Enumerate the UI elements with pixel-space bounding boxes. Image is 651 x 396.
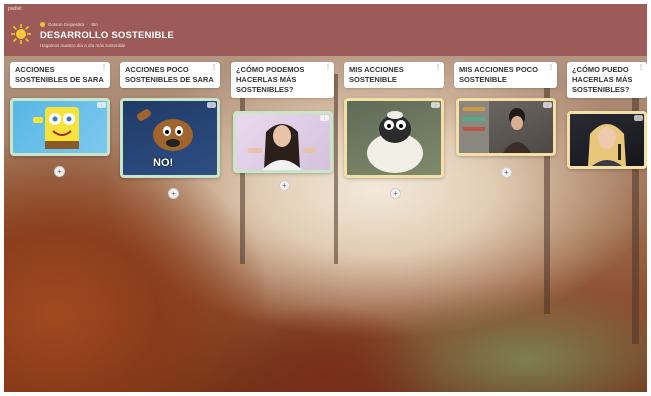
sun-icon (11, 24, 31, 44)
spongebob-image (33, 107, 79, 149)
post-card[interactable]: ⋮ (10, 98, 110, 156)
post-card[interactable]: ⋮ (567, 111, 647, 169)
card-menu-icon[interactable]: ⋮ (207, 102, 216, 108)
add-post-button[interactable]: + (390, 188, 401, 199)
card-menu-icon[interactable]: ⋮ (634, 115, 643, 121)
store-scene-image (459, 101, 531, 153)
column-como-podemos-hacerlas: ¿CÓMO PODEMOS HACERLAS MÁS SOSTENIBLES? … (231, 62, 334, 99)
column-acciones-poco-sostenibles-sara: ACCIONES POCO SOSTENIBLES DE SARA ⋮ (120, 62, 220, 89)
post-card[interactable]: ⋮ (344, 98, 444, 178)
column-menu-icon[interactable]: ⋮ (101, 64, 107, 72)
column-menu-icon[interactable]: ⋮ (211, 64, 217, 72)
column-header[interactable]: ACCIONES POCO SOSTENIBLES DE SARA ⋮ (120, 62, 220, 89)
post-card[interactable]: ⋮ (456, 98, 556, 156)
board-header: padlet Gotson Gispestira · 8m DESARROLLO… (4, 4, 647, 56)
background-forest-path (204, 304, 444, 392)
board-title: DESARROLLO SOSTENIBLE (40, 30, 175, 41)
britney-image (588, 124, 626, 166)
shaun-the-sheep-image (367, 111, 423, 173)
column-header[interactable]: ACCIONES SOSTENIBLES DE SARA ⋮ (10, 62, 110, 89)
card-menu-icon[interactable]: ⋮ (97, 102, 106, 108)
author-name: Gotson Gispestira (48, 22, 85, 27)
post-card[interactable]: NO! ⋮ (120, 98, 220, 178)
app-label: padlet (8, 6, 22, 12)
column-menu-icon[interactable]: ⋮ (638, 64, 644, 72)
column-mis-acciones-poco-sostenible: MIS ACCIONES POCO SOSTENIBLE ⋮ (454, 62, 557, 89)
column-menu-icon[interactable]: ⋮ (548, 64, 554, 72)
column-acciones-sostenibles-sara: ACCIONES SOSTENIBLES DE SARA ⋮ (10, 62, 110, 89)
board-subtitle: Hagamos nuestro día a día más sostenible (40, 43, 126, 48)
background-tree (334, 74, 338, 264)
column-header[interactable]: MIS ACCIONES SOSTENIBLE ⋮ (344, 62, 444, 89)
column-header[interactable]: MIS ACCIONES POCO SOSTENIBLE ⋮ (454, 62, 557, 89)
padlet-board: padlet Gotson Gispestira · 8m DESARROLLO… (4, 4, 647, 392)
add-post-button[interactable]: + (279, 180, 290, 191)
board-meta: Gotson Gispestira · 8m (40, 22, 98, 27)
author-avatar (40, 22, 45, 27)
shrugging-woman-image (248, 124, 316, 170)
card-menu-icon[interactable]: ⋮ (320, 115, 329, 121)
column-menu-icon[interactable]: ⋮ (325, 64, 331, 72)
column-header[interactable]: ¿CÓMO PUEDO HACERLAS MÁS SOSTENIBLES? ⋮ (567, 62, 647, 99)
card-menu-icon[interactable]: ⋮ (431, 102, 440, 108)
card-menu-icon[interactable]: ⋮ (543, 102, 552, 108)
add-post-button[interactable]: + (54, 166, 65, 177)
column-como-puedo-hacerlas: ¿CÓMO PUEDO HACERLAS MÁS SOSTENIBLES? ⋮ (567, 62, 647, 99)
column-menu-icon[interactable]: ⋮ (435, 64, 441, 72)
post-card[interactable]: ⋮ (233, 111, 333, 173)
add-post-button[interactable]: + (501, 167, 512, 178)
post-time: 8m (91, 22, 98, 27)
background-tree (632, 64, 639, 344)
add-post-button[interactable]: + (168, 188, 179, 199)
column-mis-acciones-sostenible: MIS ACCIONES SOSTENIBLE ⋮ (344, 62, 444, 89)
card-caption: NO! (153, 157, 174, 169)
column-header[interactable]: ¿CÓMO PODEMOS HACERLAS MÁS SOSTENIBLES? … (231, 62, 334, 99)
